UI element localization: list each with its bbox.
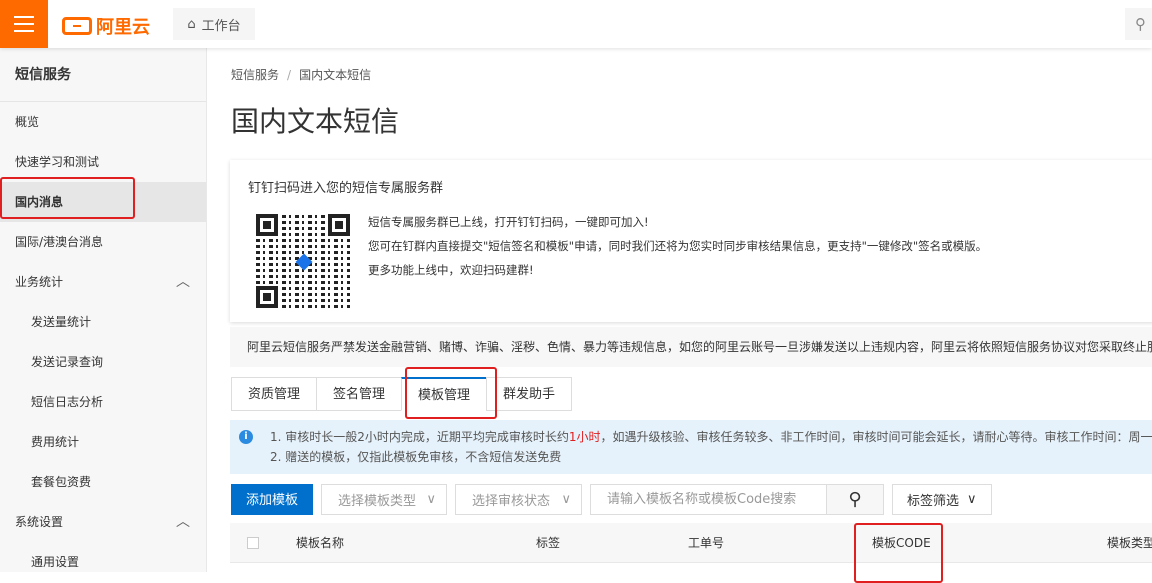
tab-bar: 资质管理 签名管理 模板管理 群发助手 [231,377,573,411]
tab-signature[interactable]: 签名管理 [316,377,403,411]
search-group: 请输入模板名称或模板Code搜索 ⚲ [590,484,885,515]
sidebar-group-stats[interactable]: 业务统计 ︿ [0,262,206,302]
sidebar-item-log-analysis[interactable]: 短信日志分析 [0,382,206,422]
tab-qualification[interactable]: 资质管理 [231,377,318,411]
sidebar: 短信服务 概览 快速学习和测试 国内消息 国际/港澳台消息 业务统计 ︿ 发送量统… [0,48,207,572]
select-placeholder: 选择模板类型 [338,494,417,509]
dingtalk-line: 您可在钉群内直接提交"短信签名和模板"申请，同时我们还将为您实时同步审核结果信息… [368,239,988,253]
breadcrumb-link[interactable]: 短信服务 [231,68,279,82]
sidebar-item-general-settings[interactable]: 通用设置 [0,542,206,582]
search-icon: ⚲ [848,489,862,510]
dingtalk-line: 短信专属服务群已上线，打开钉钉扫码，一键即可加入! [368,215,649,229]
compliance-notice: 阿里云短信服务严禁发送金融营销、赌博、诈骗、淫秽、色情、暴力等违规信息，如您的阿… [230,327,1152,367]
tag-filter-button[interactable]: 标签筛选 ∨ [892,484,992,515]
sidebar-item-send-volume[interactable]: 发送量统计 [0,302,206,342]
logo-text: 阿里云 [96,17,150,38]
sidebar-item-quickstart[interactable]: 快速学习和测试 [0,142,206,182]
sidebar-item-cost[interactable]: 费用统计 [0,422,206,462]
info-text: ，如遇升级核验、审核任务较多、非工作时间，审核时间可能会延长，请耐心等待。审核工… [600,430,1152,444]
col-tag: 标签 [536,536,561,550]
workbench-button[interactable]: ⌂ 工作台 [173,8,255,40]
sidebar-group-settings[interactable]: 系统设置 ︿ [0,502,206,542]
breadcrumb: 短信服务 / 国内文本短信 [231,68,372,82]
menu-icon[interactable] [0,0,48,48]
main-content: 短信服务 / 国内文本短信 国内文本短信 钉钉扫码进入您的短信专属服务群 短信专属服… [207,48,1152,572]
home-icon: ⌂ [187,16,196,32]
group-label: 系统设置 [15,515,64,529]
tab-template[interactable]: 模板管理 [401,377,488,411]
group-label: 业务统计 [15,275,64,289]
sidebar-item-send-records[interactable]: 发送记录查询 [0,342,206,382]
tab-bulk-send[interactable]: 群发助手 [486,377,573,411]
add-template-button[interactable]: 添加模板 [231,484,314,515]
col-template-code: 模板CODE [872,536,931,550]
sidebar-title: 短信服务 [0,48,206,102]
info-text: 1. 审核时长一般2小时内完成，近期平均完成审核时长约 [270,430,569,444]
sidebar-item-domestic[interactable]: 国内消息 [0,182,206,222]
template-type-select[interactable]: 选择模板类型 ∨ [321,484,448,515]
sidebar-item-packages[interactable]: 套餐包资费 [0,462,206,502]
aliyun-logo[interactable]: 阿里云 [62,13,150,39]
tag-filter-label: 标签筛选 [907,494,960,509]
top-bar: 阿里云 ⌂ 工作台 ⚲ [0,0,1152,48]
workbench-label: 工作台 [201,18,241,34]
dingtalk-line: 更多功能上线中，欢迎扫码建群! [368,263,534,277]
review-status-select[interactable]: 选择审核状态 ∨ [455,484,583,515]
chevron-up-icon: ︿ [176,514,190,530]
search-button[interactable]: ⚲ [826,484,885,515]
table-header: 模板名称 标签 工单号 模板CODE 模板类型 [230,523,1152,563]
sidebar-item-overview[interactable]: 概览 [0,102,206,142]
sidebar-item-international[interactable]: 国际/港澳台消息 [0,222,206,262]
info-alert: i 1. 审核时长一般2小时内完成，近期平均完成审核时长约1小时，如遇升级核验、… [230,420,1152,474]
dingtalk-title: 钉钉扫码进入您的短信专属服务群 [248,181,444,196]
search-icon[interactable]: ⚲ [1125,8,1152,40]
template-search-input[interactable]: 请输入模板名称或模板Code搜索 [590,484,827,515]
chevron-down-icon: ∨ [967,492,977,507]
dingtalk-card: 钉钉扫码进入您的短信专属服务群 短信专属服务群已上线，打开钉钉扫码，一键即可加入… [230,160,1152,322]
page-title: 国内文本短信 [231,105,400,138]
chevron-up-icon: ︿ [176,274,190,290]
info-highlight: 1小时 [568,430,601,444]
qr-code [256,214,350,308]
toolbar: 添加模板 选择模板类型 ∨ 选择审核状态 ∨ 请输入模板名称或模板Code搜索 ⚲ … [231,484,992,515]
info-text: 2. 赠送的模板，仅指此模板免审核，不含短信发送免费 [270,450,562,464]
select-all-checkbox[interactable] [247,537,259,549]
info-icon: i [239,430,253,444]
col-template-name: 模板名称 [296,536,345,550]
breadcrumb-current: 国内文本短信 [299,68,372,82]
col-template-type: 模板类型 [1107,536,1152,550]
chevron-down-icon: ∨ [561,492,572,507]
col-ticket: 工单号 [688,536,725,550]
select-placeholder: 选择审核状态 [472,494,551,509]
chevron-down-icon: ∨ [426,492,437,507]
